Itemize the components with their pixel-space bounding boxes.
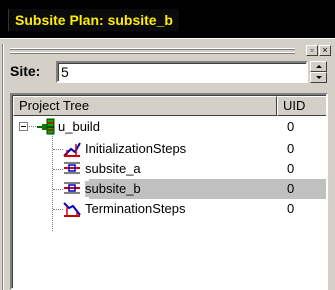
collapse-icon[interactable] bbox=[19, 122, 28, 131]
uid-value: 0 bbox=[287, 201, 295, 216]
uid-value: 0 bbox=[287, 119, 295, 134]
subsite-icon bbox=[64, 162, 80, 174]
spin-down-button[interactable] bbox=[310, 72, 327, 83]
tree-row-root[interactable]: u_build 0 bbox=[13, 117, 326, 137]
close-button[interactable]: × bbox=[319, 45, 331, 56]
tree-item-terminationsteps[interactable]: TerminationSteps 0 bbox=[13, 199, 326, 219]
tree-item-label: subsite_b bbox=[85, 181, 141, 197]
build-icon bbox=[37, 118, 55, 135]
site-input[interactable]: 5 bbox=[56, 61, 308, 83]
uid-value: 0 bbox=[287, 161, 295, 176]
uid-value: 0 bbox=[287, 141, 295, 156]
spin-up-button[interactable] bbox=[310, 61, 327, 72]
column-header-project-tree[interactable]: Project Tree bbox=[13, 96, 277, 116]
uid-value: 0 bbox=[287, 181, 295, 196]
column-header-uid[interactable]: UID bbox=[277, 96, 326, 116]
site-label: Site: bbox=[10, 63, 41, 79]
site-spinner[interactable] bbox=[310, 61, 327, 83]
tree-item-initializationsteps[interactable]: InitializationSteps 0 bbox=[13, 139, 326, 159]
project-tree[interactable]: Project Tree UID u_build 0 Initializatio… bbox=[10, 93, 328, 290]
init-steps-icon bbox=[63, 142, 81, 157]
restore-button[interactable]: ▫ bbox=[306, 45, 318, 56]
window-title: Subsite Plan: subsite_b bbox=[8, 9, 179, 31]
subsite-icon bbox=[64, 182, 80, 194]
tree-item-label: subsite_a bbox=[85, 161, 141, 176]
tree-item-subsite-b[interactable]: subsite_b 0 bbox=[13, 179, 326, 199]
dock-grip[interactable] bbox=[10, 48, 295, 55]
title-bar: Subsite Plan: subsite_b bbox=[0, 0, 335, 38]
tree-item-label: TerminationSteps bbox=[85, 201, 186, 216]
tree-item-subsite-a[interactable]: subsite_a 0 bbox=[13, 159, 326, 179]
tree-item-label: InitializationSteps bbox=[85, 141, 187, 156]
tree-root-label: u_build bbox=[58, 119, 100, 134]
panel-left-frame bbox=[2, 44, 4, 290]
term-steps-icon bbox=[63, 202, 81, 217]
